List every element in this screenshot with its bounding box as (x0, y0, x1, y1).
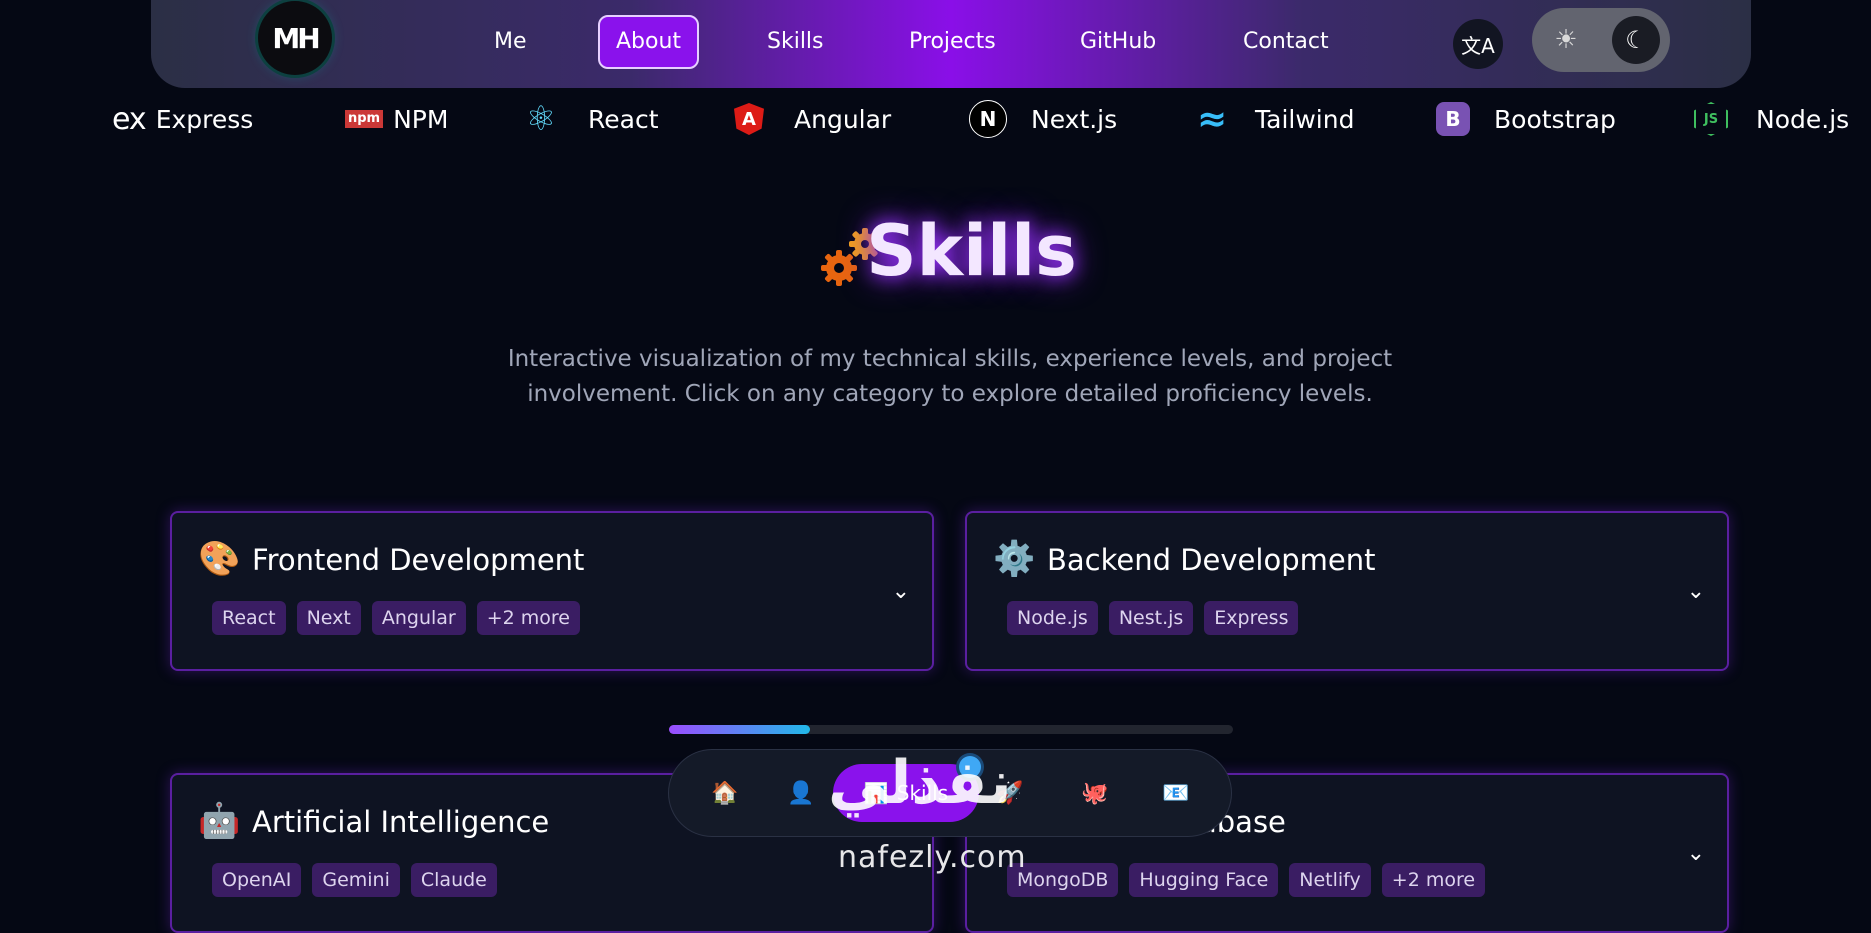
theme-toggle[interactable]: ☀ ☾ (1532, 8, 1670, 72)
tag-list: React Next Angular +2 more (212, 601, 580, 635)
nav-link-about[interactable]: About (598, 15, 700, 69)
tag: Nest.js (1108, 601, 1194, 635)
react-icon: ⚛ (525, 99, 557, 139)
tech-item-angular: A Angular (734, 100, 891, 138)
tag: React (212, 601, 286, 635)
tech-item-react: ⚛ React (522, 99, 659, 139)
tag-list: MongoDB Hugging Face Netlify +2 more (1007, 863, 1486, 897)
nav-link-skills[interactable]: Skills (751, 15, 840, 69)
page-title: Skills (866, 210, 1077, 292)
tag-more: +2 more (476, 601, 580, 635)
tag: Claude (410, 863, 497, 897)
translate-button[interactable]: 文A (1453, 19, 1503, 69)
tech-item-tailwind: ≈ Tailwind (1193, 98, 1355, 140)
translate-icon: 文A (1461, 33, 1495, 58)
angular-icon: A (734, 103, 764, 135)
tag: Node.js (1007, 601, 1098, 635)
card-title: Artificial Intelligence (252, 805, 550, 839)
card-frontend-development[interactable]: 🎨 Frontend Development ⌄ React Next Angu… (170, 511, 934, 671)
gear-icon: ⚙️ (993, 539, 1036, 579)
tag: Netlify (1289, 863, 1371, 897)
nav-link-contact[interactable]: Contact (1227, 15, 1345, 69)
tag: Next (296, 601, 361, 635)
bootstrap-icon: B (1436, 102, 1470, 136)
tag: Gemini (312, 863, 400, 897)
mail-icon[interactable]: 📧 (1155, 772, 1197, 814)
home-icon[interactable]: 🏠 (704, 772, 746, 814)
nav-link-projects[interactable]: Projects (893, 15, 1012, 69)
palette-icon: 🎨 (198, 539, 241, 579)
github-icon[interactable]: 🐙 (1074, 772, 1116, 814)
page-subtitle: Interactive visualization of my technica… (507, 346, 1393, 407)
scroll-progress-fill (669, 725, 810, 734)
tech-label: Angular (794, 104, 892, 134)
tech-item-nodejs: JS Node.js (1694, 100, 1849, 138)
tech-label: Tailwind (1255, 104, 1355, 134)
moon-icon[interactable]: ☾ (1612, 16, 1660, 64)
tag-list: Node.js Nest.js Express (1007, 601, 1299, 635)
tag: Hugging Face (1129, 863, 1279, 897)
user-icon[interactable]: 👤 (780, 772, 822, 814)
tech-item-bootstrap: B Bootstrap (1436, 100, 1616, 138)
robot-icon: 🤖 (198, 801, 241, 841)
tag-more: +2 more (1381, 863, 1486, 897)
chevron-down-icon[interactable]: ⌄ (1687, 579, 1705, 604)
nav-link-github[interactable]: GitHub (1064, 15, 1172, 69)
tech-label: NPM (393, 104, 449, 134)
card-title: Backend Development (1047, 543, 1376, 577)
tag: OpenAI (212, 863, 302, 897)
nav-link-me[interactable]: Me (478, 15, 543, 69)
watermark-arabic: نفذلي (828, 748, 1012, 818)
scroll-progress-bar (669, 725, 1233, 734)
tech-label: Express (155, 104, 254, 134)
tech-label: React (588, 104, 659, 134)
tech-item-npm: npm NPM (345, 100, 448, 138)
card-title: Frontend Development (252, 543, 585, 577)
tag-list: OpenAI Gemini Claude (212, 863, 497, 897)
logo[interactable]: MH (258, 1, 332, 75)
tech-label: Bootstrap (1494, 104, 1616, 134)
tag: Express (1204, 601, 1299, 635)
watermark-latin: nafezly.com (838, 840, 1027, 875)
tag: Angular (371, 601, 466, 635)
nextjs-icon: N (969, 100, 1007, 138)
tailwind-icon: ≈ (1196, 98, 1228, 140)
npm-icon: npm (345, 110, 384, 128)
tech-item-express: ex Express (112, 100, 253, 138)
sun-icon[interactable]: ☀ (1546, 20, 1586, 60)
chevron-down-icon[interactable]: ⌄ (1687, 841, 1705, 866)
tech-item-nextjs: N Next.js (969, 100, 1117, 138)
chevron-down-icon[interactable]: ⌄ (892, 579, 910, 604)
express-icon: ex (112, 101, 147, 137)
tech-label: Next.js (1031, 104, 1118, 134)
card-backend-development[interactable]: ⚙️ Backend Development ⌄ Node.js Nest.js… (965, 511, 1729, 671)
nodejs-icon: JS (1694, 102, 1728, 136)
tech-label: Node.js (1756, 104, 1850, 134)
